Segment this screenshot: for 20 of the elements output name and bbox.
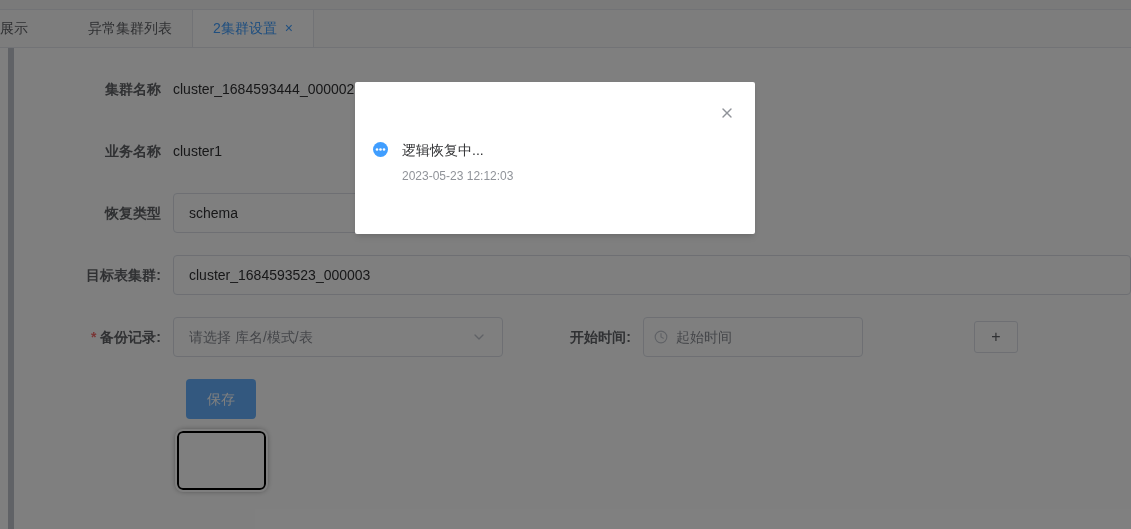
notification-title: 逻辑恢复中... <box>402 141 485 160</box>
more-icon <box>373 142 388 157</box>
field-label: 开始时间: <box>569 327 632 347</box>
text-field[interactable]: cluster_1684593523_000003 <box>173 255 1131 295</box>
tab[interactable]: 展示 <box>0 10 68 47</box>
field-value: cluster_1684593444_000002 <box>173 79 355 99</box>
field-label: 集群名称 <box>104 79 162 99</box>
save-button[interactable]: 保存 <box>186 379 256 419</box>
tab[interactable]: 异常集群列表 <box>68 10 192 47</box>
close-icon[interactable]: × <box>284 18 293 39</box>
field-value: cluster1 <box>173 141 223 161</box>
field-label: 目标表集群: <box>85 265 162 285</box>
tab[interactable]: 2集群设置 × <box>192 10 314 47</box>
field-label: 业务名称 <box>104 141 162 161</box>
field-label: * 备份记录: <box>89 327 162 347</box>
notification-time: 2023-05-23 12:12:03 <box>402 168 514 185</box>
add-button[interactable]: + <box>974 321 1018 353</box>
field-label: 恢复类型 <box>103 203 162 223</box>
clock-icon <box>654 330 668 344</box>
time-field[interactable]: 起始时间 <box>643 317 863 357</box>
